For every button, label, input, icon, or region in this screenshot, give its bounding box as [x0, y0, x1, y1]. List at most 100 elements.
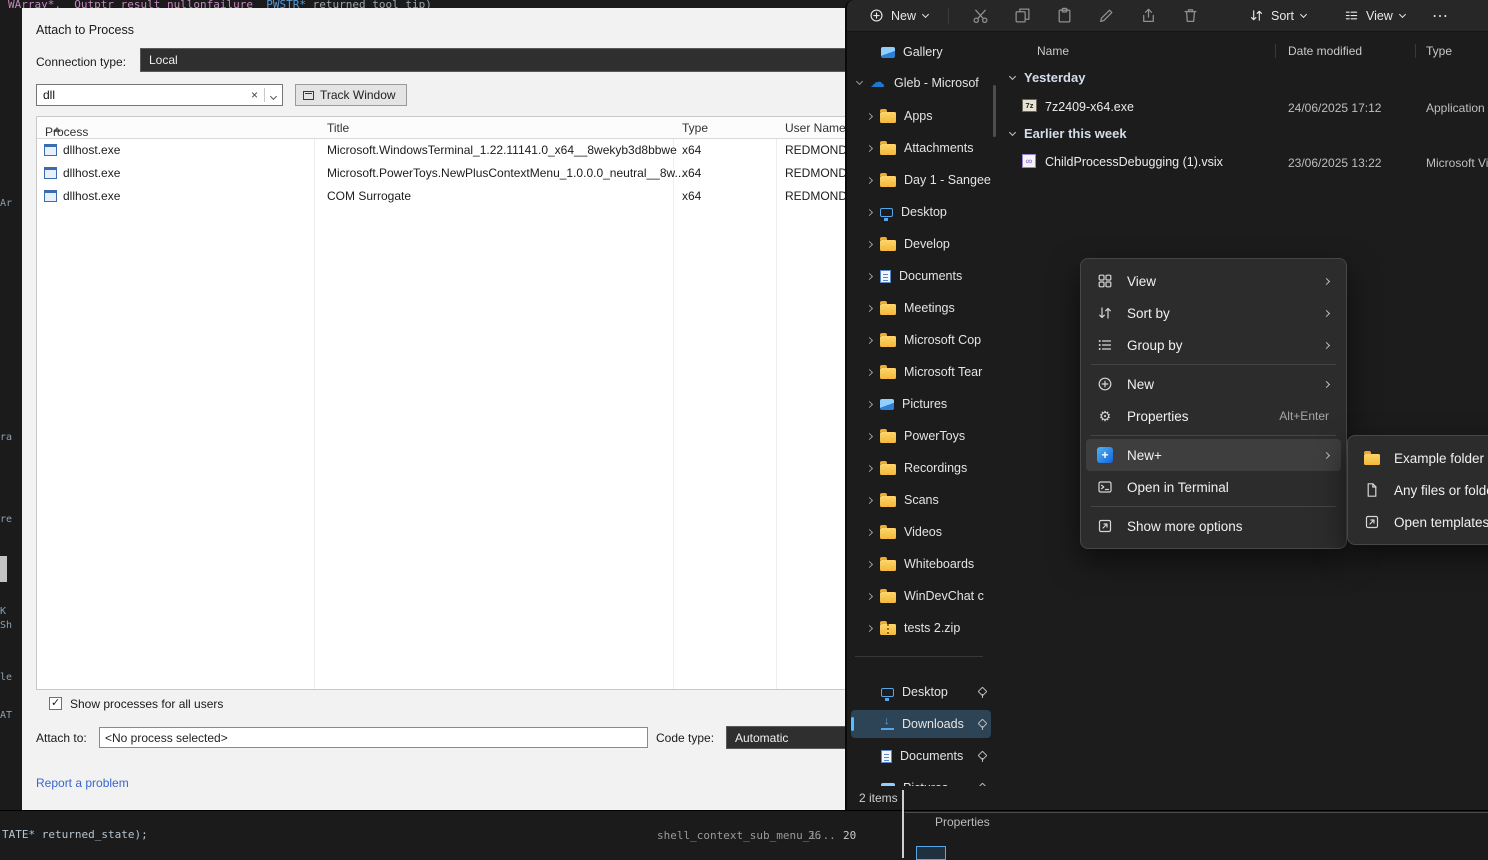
more-options-icon[interactable]: ⋯	[1432, 6, 1448, 26]
group-header-earlier-this-week[interactable]: Earlier this week	[1010, 126, 1127, 141]
table-row[interactable]: dllhost.exe Microsoft.WindowsTerminal_1.…	[37, 139, 863, 162]
chevron-right-icon[interactable]	[866, 560, 873, 567]
delete-icon	[1182, 7, 1199, 24]
properties-panel-focused-control[interactable]	[916, 846, 946, 860]
sidebar-item-desktop-pinned[interactable]: Desktop	[851, 678, 991, 706]
sidebar-item-meetings[interactable]: Meetings	[851, 294, 991, 322]
sidebar-item-pictures-tree[interactable]: Pictures	[851, 390, 991, 418]
menu-item-view[interactable]: View	[1086, 265, 1341, 297]
group-header-yesterday[interactable]: Yesterday	[1010, 70, 1085, 85]
chevron-right-icon[interactable]	[866, 336, 873, 343]
menu-item-show-more-options[interactable]: Show more options	[1086, 510, 1341, 542]
sidebar-item-tests-zip[interactable]: tests 2.zip	[851, 614, 991, 642]
menu-item-sort-by[interactable]: Sort by	[1086, 297, 1341, 329]
editor-scrollbar-thumb[interactable]	[0, 556, 7, 582]
editor-line-number: 20	[843, 829, 856, 842]
sidebar-item-documents-pinned[interactable]: Documents	[851, 742, 991, 770]
share-button[interactable]	[1127, 3, 1169, 29]
sidebar-item-downloads-pinned[interactable]: Downloads	[851, 710, 991, 738]
chevron-down-icon[interactable]	[1009, 128, 1016, 135]
chevron-right-icon[interactable]	[866, 304, 873, 311]
sidebar-item-powertoys[interactable]: PowerToys	[851, 422, 991, 450]
column-header-name[interactable]: Name	[1037, 44, 1069, 58]
new-plus-circle-icon	[1096, 376, 1114, 392]
chevron-right-icon[interactable]	[866, 400, 873, 407]
column-header-process[interactable]: Process	[45, 121, 61, 135]
process-filter-input[interactable]: dll ×	[36, 84, 283, 106]
item-count: 2 items	[859, 791, 898, 805]
sidebar-item-recordings[interactable]: Recordings	[851, 454, 991, 482]
picture-icon	[880, 399, 894, 410]
pane-splitter[interactable]	[902, 790, 904, 858]
column-header-date-modified[interactable]: Date modified	[1288, 44, 1362, 58]
table-row[interactable]: dllhost.exe Microsoft.PowerToys.NewPlusC…	[37, 162, 863, 185]
show-all-users-checkbox[interactable]	[49, 697, 62, 710]
submenu-item-any-files[interactable]: Any files or folde	[1353, 474, 1488, 506]
column-divider[interactable]	[1275, 44, 1276, 58]
submenu-item-example-folder[interactable]: Example folder	[1353, 442, 1488, 474]
properties-panel-title: Properties	[935, 815, 990, 829]
sidebar-item-whiteboards[interactable]: Whiteboards	[851, 550, 991, 578]
sidebar-item-day1[interactable]: Day 1 - Sangee	[851, 166, 991, 194]
chevron-right-icon[interactable]	[866, 432, 873, 439]
cell-user: REDMOND	[785, 143, 847, 157]
sidebar-item-apps[interactable]: Apps	[851, 102, 991, 130]
menu-item-properties[interactable]: ⚙ Properties Alt+Enter	[1086, 400, 1341, 432]
filter-dropdown-icon[interactable]	[265, 88, 282, 102]
copy-button[interactable]	[1001, 3, 1043, 29]
column-divider[interactable]	[1415, 44, 1416, 58]
delete-button[interactable]	[1169, 3, 1211, 29]
menu-label: Any files or folde	[1394, 483, 1488, 498]
sidebar-item-documents-tree[interactable]: Documents	[851, 262, 991, 290]
column-header-type[interactable]: Type	[682, 121, 708, 135]
new-button[interactable]: New	[859, 3, 938, 29]
sidebar-item-scans[interactable]: Scans	[851, 486, 991, 514]
column-header-type[interactable]: Type	[1426, 44, 1452, 58]
chevron-right-icon[interactable]	[866, 368, 873, 375]
new-button-label: New	[891, 9, 916, 23]
sidebar-item-onedrive[interactable]: Gleb - Microsof	[851, 69, 991, 97]
sidebar-item-attachments[interactable]: Attachments	[851, 134, 991, 162]
chevron-right-icon[interactable]	[866, 528, 873, 535]
sidebar-scrollbar-thumb[interactable]	[993, 85, 996, 137]
chevron-right-icon[interactable]	[866, 144, 873, 151]
sidebar-item-gallery[interactable]: Gallery	[851, 38, 991, 66]
sidebar-item-microsoft-teams[interactable]: Microsoft Tear	[851, 358, 991, 386]
menu-item-new-plus[interactable]: New+	[1086, 439, 1341, 471]
chevron-right-icon[interactable]	[866, 112, 873, 119]
submenu-item-open-templates[interactable]: Open templates	[1353, 506, 1488, 538]
cut-button[interactable]	[959, 3, 1001, 29]
chevron-right-icon[interactable]	[866, 176, 873, 183]
chevron-right-icon[interactable]	[866, 208, 873, 215]
column-header-title[interactable]: Title	[327, 121, 349, 135]
chevron-right-icon[interactable]	[866, 496, 873, 503]
attach-to-input[interactable]: <No process selected>	[99, 727, 648, 748]
report-problem-link[interactable]: Report a problem	[36, 776, 129, 790]
chevron-right-icon[interactable]	[866, 592, 873, 599]
folder-icon	[880, 560, 896, 571]
chevron-right-icon[interactable]	[866, 624, 873, 631]
table-row[interactable]: dllhost.exe COM Surrogate x64 REDMOND	[37, 185, 863, 208]
sort-button[interactable]: Sort	[1239, 3, 1316, 29]
column-header-user[interactable]: User Name	[785, 121, 846, 135]
menu-item-group-by[interactable]: Group by	[1086, 329, 1341, 361]
track-window-button[interactable]: Track Window	[295, 84, 407, 106]
menu-item-open-in-terminal[interactable]: Open in Terminal	[1086, 471, 1341, 503]
chevron-down-icon[interactable]	[856, 78, 863, 85]
chevron-down-icon[interactable]	[1009, 72, 1016, 79]
view-button[interactable]: View	[1334, 3, 1415, 29]
chevron-right-icon[interactable]	[866, 272, 873, 279]
sidebar-item-develop[interactable]: Develop	[851, 230, 991, 258]
sidebar-item-desktop-tree[interactable]: Desktop	[851, 198, 991, 226]
sidebar-item-windevchat[interactable]: WinDevChat c	[851, 582, 991, 610]
sidebar-item-videos[interactable]: Videos	[851, 518, 991, 546]
clear-filter-icon[interactable]: ×	[245, 88, 264, 102]
rename-button[interactable]	[1085, 3, 1127, 29]
paste-button[interactable]	[1043, 3, 1085, 29]
connection-type-combobox[interactable]: Local	[140, 48, 856, 72]
sidebar-item-microsoft-copilot[interactable]: Microsoft Cop	[851, 326, 991, 354]
chevron-right-icon[interactable]	[866, 464, 873, 471]
editor-edge-fragment: ra	[0, 432, 12, 443]
chevron-right-icon[interactable]	[866, 240, 873, 247]
menu-item-new[interactable]: New	[1086, 368, 1341, 400]
